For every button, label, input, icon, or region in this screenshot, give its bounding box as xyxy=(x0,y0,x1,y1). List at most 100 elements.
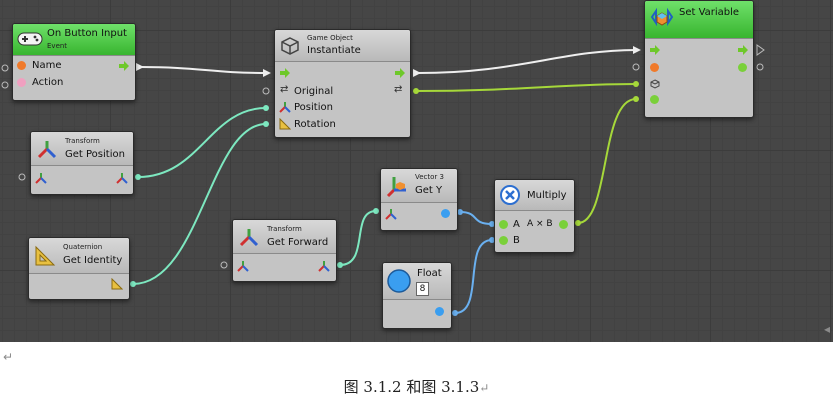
port-label-original: Original xyxy=(294,86,334,97)
node-get-position[interactable]: Transform Get Position xyxy=(30,131,134,195)
string-port-icon[interactable] xyxy=(650,63,659,72)
flow-out-icon[interactable] xyxy=(119,61,129,71)
node-header[interactable]: Transform Get Forward xyxy=(233,220,336,254)
wire-endpoint xyxy=(633,81,639,87)
float-wire-gety-to-a xyxy=(459,211,493,225)
wire-endpoint xyxy=(373,208,379,214)
unconnected-port-marker xyxy=(756,63,764,71)
variable-cube-icon xyxy=(650,7,674,27)
node-header[interactable]: On Button Input Event xyxy=(13,24,135,56)
node-title: Get Forward xyxy=(267,237,329,248)
node-header[interactable]: Float 8 xyxy=(383,263,451,300)
unconnected-port-marker xyxy=(262,87,270,95)
axis-icon[interactable] xyxy=(279,101,291,113)
figure-caption: 图 3.1.2 和图 3.1.3↵ xyxy=(0,376,833,397)
node-category: Game Object xyxy=(307,34,353,42)
axis-output-icon[interactable] xyxy=(116,172,128,184)
float-wire-float-to-b xyxy=(454,239,493,314)
set-square-icon[interactable] xyxy=(279,118,291,130)
enum-port-icon[interactable] xyxy=(17,78,26,87)
port-label-a: A xyxy=(513,219,520,230)
float-output-port-icon[interactable] xyxy=(441,209,450,218)
unconnected-port-marker xyxy=(220,261,228,269)
wire-endpoint xyxy=(263,121,269,127)
flow-arrow xyxy=(633,46,641,54)
vector3-icon xyxy=(386,177,406,198)
value-output-port-icon[interactable] xyxy=(559,220,568,229)
node-subtitle: Event xyxy=(47,42,68,50)
value-port-icon[interactable] xyxy=(499,220,508,229)
axis-output-icon[interactable] xyxy=(318,260,330,272)
unconnected-flow-marker xyxy=(756,44,765,56)
unconnected-port-marker xyxy=(18,173,26,181)
node-multiply[interactable]: Multiply A A × B B xyxy=(494,179,575,253)
flow-wire-instantiate-to-setvar xyxy=(417,49,639,74)
set-square-icon xyxy=(35,245,56,266)
multiply-icon xyxy=(500,185,520,205)
node-title: Get Identity xyxy=(63,255,123,266)
flow-arrow xyxy=(136,63,144,71)
axis-icon[interactable] xyxy=(237,260,249,272)
object-port-icon[interactable]: ⇄ xyxy=(280,84,288,95)
flow-in-icon[interactable] xyxy=(280,68,290,78)
number-wire-multiply-to-setvar xyxy=(577,98,637,224)
node-float[interactable]: Float 8 xyxy=(382,262,452,329)
return-mark-icon: ↵ xyxy=(479,381,490,395)
wire-endpoint xyxy=(337,262,343,268)
value-port-icon[interactable] xyxy=(499,236,508,245)
set-square-output-icon[interactable] xyxy=(111,278,123,290)
port-label-position: Position xyxy=(294,102,333,113)
wire-endpoint xyxy=(452,310,458,316)
node-header[interactable]: Vector 3 Get Y xyxy=(381,169,457,203)
flow-arrow xyxy=(413,69,421,77)
port-label-action: Action xyxy=(32,77,64,88)
wire-endpoint xyxy=(633,96,639,102)
node-category: Quaternion xyxy=(63,243,103,251)
node-category: Vector 3 xyxy=(415,173,444,181)
node-on-button-input[interactable]: On Button Input Event Name Action xyxy=(12,23,136,101)
wire-endpoint xyxy=(130,281,136,287)
flow-in-icon[interactable] xyxy=(650,45,660,55)
object-wire-instantiate-to-setvar xyxy=(415,83,637,92)
flow-out-icon[interactable] xyxy=(395,68,405,78)
node-instantiate[interactable]: Game Object Instantiate ⇄ Original ⇄ Pos… xyxy=(274,29,411,138)
port-label-name: Name xyxy=(32,60,62,71)
float-value-field[interactable]: 8 xyxy=(416,282,429,296)
node-get-y[interactable]: Vector 3 Get Y xyxy=(380,168,458,231)
node-header[interactable]: Transform Get Position xyxy=(31,132,133,166)
float-circle-icon xyxy=(387,269,411,293)
cube-outline-icon[interactable] xyxy=(650,79,660,89)
caption-text: 图 3.1.2 和图 3.1.3 xyxy=(343,378,480,396)
node-title: On Button Input xyxy=(47,28,127,39)
gamepad-icon xyxy=(17,32,43,46)
port-label-b: B xyxy=(513,235,520,246)
value-port-icon[interactable] xyxy=(650,95,659,104)
flow-out-icon[interactable] xyxy=(738,45,748,55)
node-title: Multiply xyxy=(527,190,567,201)
flow-arrow xyxy=(263,69,271,77)
node-title: Set Variable xyxy=(679,7,740,18)
node-title: Get Position xyxy=(65,149,125,160)
resize-corner-icon: ◂ xyxy=(824,322,831,336)
node-header[interactable]: Game Object Instantiate xyxy=(275,30,410,62)
axis-icon[interactable] xyxy=(35,172,47,184)
node-set-variable[interactable]: Set Variable xyxy=(644,0,754,118)
value-output-port-icon[interactable] xyxy=(738,63,747,72)
float-output-port-icon[interactable] xyxy=(435,307,444,316)
node-header[interactable]: Quaternion Get Identity xyxy=(29,238,129,274)
object-output-icon[interactable]: ⇄ xyxy=(394,84,402,95)
node-category: Transform xyxy=(65,137,100,145)
wire-endpoint xyxy=(135,174,141,180)
node-get-identity[interactable]: Quaternion Get Identity xyxy=(28,237,130,300)
port-label-rotation: Rotation xyxy=(294,119,336,130)
node-title: Float xyxy=(417,268,442,279)
node-header[interactable]: Multiply xyxy=(495,180,574,211)
axis-icon[interactable] xyxy=(385,208,397,220)
node-header[interactable]: Set Variable xyxy=(645,1,753,39)
node-get-forward[interactable]: Transform Get Forward xyxy=(232,219,337,282)
graph-canvas[interactable]: On Button Input Event Name Action Game O… xyxy=(0,0,833,342)
vector-wire-forward-to-gety xyxy=(339,210,377,266)
unconnected-port-marker xyxy=(1,81,9,89)
transform-axis-icon xyxy=(37,141,57,159)
string-port-icon[interactable] xyxy=(17,61,26,70)
